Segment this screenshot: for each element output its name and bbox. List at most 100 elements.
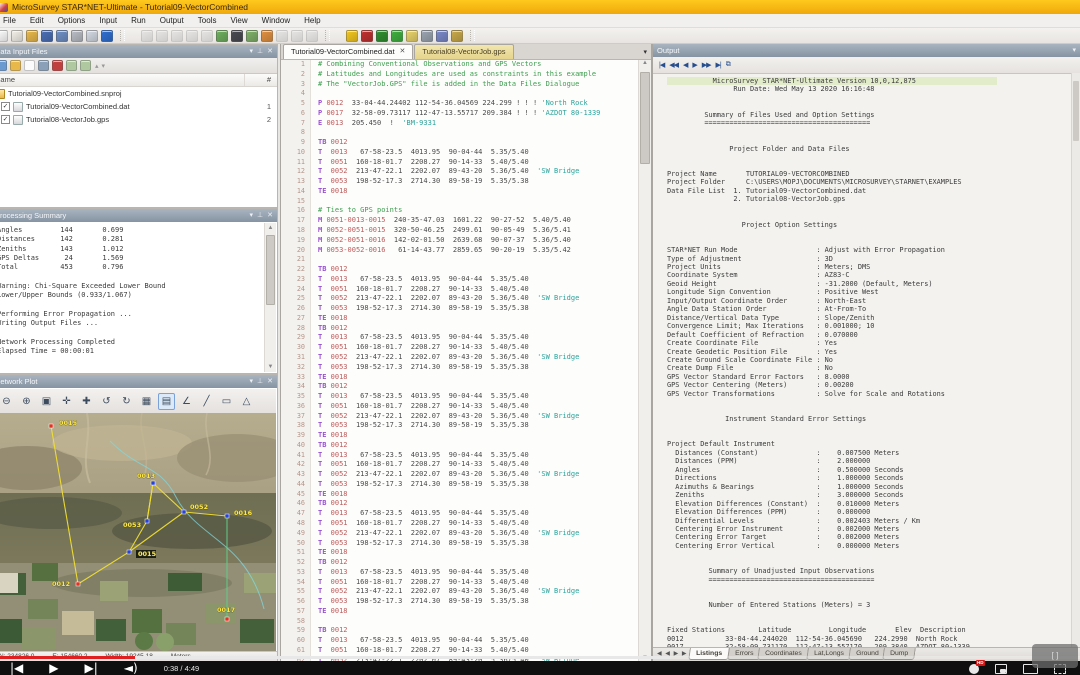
print-icon[interactable] bbox=[71, 30, 83, 42]
editor-line[interactable]: 42T 0051 160-18-01.7 2208.27 90-14-33 5.… bbox=[281, 460, 639, 470]
station-point[interactable] bbox=[151, 481, 155, 485]
editor-line[interactable]: 18M 0052-0051-0015 320-50-46.25 2499.61 … bbox=[281, 226, 639, 236]
editor-line[interactable]: 8 bbox=[281, 128, 639, 138]
run-adjustment-icon[interactable] bbox=[346, 30, 358, 42]
editor-line[interactable]: 46TB 0012 bbox=[281, 499, 639, 509]
dropdown-icon[interactable]: ▾ bbox=[1072, 44, 1076, 57]
open-file-icon[interactable] bbox=[10, 60, 21, 71]
editor-line[interactable]: 16# Ties to GPS points bbox=[281, 206, 639, 216]
previous-button[interactable]: |◀ bbox=[10, 661, 23, 675]
scroll-up-icon[interactable]: ▲ bbox=[639, 60, 651, 66]
editor-line[interactable]: 33TE 0018 bbox=[281, 373, 639, 383]
editor-line[interactable]: 25T 0052 213-47-22.1 2202.07 89-43-20 5.… bbox=[281, 294, 639, 304]
editor-line[interactable]: 41T 0013 67-58-23.5 4013.95 90-04-44 5.3… bbox=[281, 451, 639, 461]
plot-icon[interactable] bbox=[421, 30, 433, 42]
editor-line[interactable]: 12T 0052 213-47-22.1 2202.07 89-43-20 5.… bbox=[281, 167, 639, 177]
project-file-row[interactable]: Tutorial09-VectorCombined.snproj bbox=[0, 87, 277, 100]
miniplayer-icon[interactable] bbox=[995, 664, 1007, 674]
station-point[interactable] bbox=[127, 550, 131, 554]
editor-line[interactable]: 44T 0053 198-52-17.3 2714.30 89-58-19 5.… bbox=[281, 480, 639, 490]
editor-line[interactable]: 23T 0013 67-58-23.5 4013.95 90-04-44 5.3… bbox=[281, 275, 639, 285]
close-icon[interactable]: ✕ bbox=[267, 375, 273, 388]
zoom-extents-icon[interactable]: ✚ bbox=[78, 393, 95, 410]
check-data-icon[interactable] bbox=[391, 30, 403, 42]
send-icon[interactable] bbox=[261, 30, 273, 42]
editor-line[interactable]: 38T 0053 198-52-17.3 2714.30 89-58-19 5.… bbox=[281, 421, 639, 431]
open-icon[interactable] bbox=[26, 30, 38, 42]
move-in-icon[interactable] bbox=[80, 60, 91, 71]
listing-icon[interactable] bbox=[406, 30, 418, 42]
editor-line[interactable]: 53T 0013 67-58-23.5 4013.95 90-04-44 5.3… bbox=[281, 568, 639, 578]
move-down-icon[interactable]: ▾ bbox=[102, 62, 106, 70]
output-header[interactable]: Output ▾ bbox=[653, 44, 1080, 57]
first-page-icon[interactable]: |◀ bbox=[659, 61, 664, 69]
map-view[interactable]: 00150013005200160053001500120017 bbox=[0, 413, 276, 651]
menu-output[interactable]: Output bbox=[153, 14, 191, 27]
editor-line[interactable]: 36T 0051 160-18-01.7 2208.27 90-14-33 5.… bbox=[281, 402, 639, 412]
check-files-icon[interactable] bbox=[0, 60, 7, 71]
scrollbar-thumb[interactable] bbox=[1073, 81, 1079, 141]
editor-line[interactable]: 39TE 0018 bbox=[281, 431, 639, 441]
close-icon[interactable]: ✕ bbox=[267, 209, 273, 222]
editor-line[interactable]: 55T 0052 213-47-22.1 2202.07 89-43-20 5.… bbox=[281, 587, 639, 597]
prev-icon[interactable]: ◀ bbox=[683, 61, 687, 69]
editor-line[interactable]: 45TE 0018 bbox=[281, 490, 639, 500]
editor-line[interactable]: 47T 0013 67-58-23.5 4013.95 90-04-44 5.3… bbox=[281, 509, 639, 519]
instrument-icon[interactable] bbox=[376, 30, 388, 42]
menu-file[interactable]: File bbox=[0, 14, 23, 27]
editor-line[interactable]: 31T 0052 213-47-22.1 2202.07 89-43-20 5.… bbox=[281, 353, 639, 363]
station-point[interactable] bbox=[145, 519, 149, 523]
dropdown-icon[interactable]: ▾ bbox=[250, 209, 254, 222]
file-row[interactable]: ✓Tutorial09-VectorCombined.dat1 bbox=[0, 100, 277, 113]
station-point[interactable] bbox=[49, 424, 53, 428]
code-editor[interactable]: 1# Combining Conventional Observations a… bbox=[281, 60, 639, 661]
copy-page-icon[interactable]: ⧉ bbox=[726, 61, 730, 69]
export-icon[interactable] bbox=[246, 30, 258, 42]
editor-line[interactable]: 60T 0013 67-58-23.5 4013.95 90-04-44 5.3… bbox=[281, 636, 639, 646]
copy-icon[interactable] bbox=[186, 30, 198, 42]
editor-line[interactable]: 10T 0013 67-58-23.5 4013.95 90-04-44 5.3… bbox=[281, 148, 639, 158]
editor-tab[interactable]: Tutorial08-VectorJob.gps bbox=[414, 44, 513, 59]
editor-line[interactable]: 17M 0051-0013-0015 240-35-47.03 1601.22 … bbox=[281, 216, 639, 226]
rotate-left-icon[interactable]: ↺ bbox=[98, 393, 115, 410]
editor-tab[interactable]: Tutorial09-VectorCombined.dat✕ bbox=[283, 44, 413, 59]
next-button[interactable]: ▶| bbox=[85, 661, 98, 675]
station-point[interactable] bbox=[225, 514, 229, 518]
opt-a-icon[interactable] bbox=[276, 30, 288, 42]
video-progress-bar[interactable] bbox=[0, 656, 1080, 659]
editor-line[interactable]: 43T 0052 213-47-22.1 2202.07 89-43-20 5.… bbox=[281, 470, 639, 480]
line-tool-icon[interactable]: ╱ bbox=[198, 393, 215, 410]
editor-scrollbar[interactable]: ▲ ▼ bbox=[638, 60, 651, 661]
editor-line[interactable]: 24T 0051 160-18-01.7 2208.27 90-14-33 5.… bbox=[281, 285, 639, 295]
undo-icon[interactable] bbox=[141, 30, 153, 42]
editor-line[interactable]: 32T 0053 198-52-17.3 2714.30 89-58-19 5.… bbox=[281, 363, 639, 373]
errors-icon[interactable] bbox=[436, 30, 448, 42]
editor-line[interactable]: 30T 0051 160-18-01.7 2208.27 90-14-33 5.… bbox=[281, 343, 639, 353]
cut-icon[interactable] bbox=[171, 30, 183, 42]
redo-icon[interactable] bbox=[156, 30, 168, 42]
menu-edit[interactable]: Edit bbox=[23, 14, 51, 27]
editor-line[interactable]: 57TE 0018 bbox=[281, 607, 639, 617]
network-plot-header[interactable]: Network Plot ▾⊥✕ bbox=[0, 375, 277, 388]
settings-icon[interactable]: HD bbox=[969, 664, 979, 674]
opt-b-icon[interactable] bbox=[291, 30, 303, 42]
output-listing[interactable]: MicroSurvey STAR*NET-Ultimate Version 10… bbox=[653, 73, 1072, 648]
fast-next-icon[interactable]: ▶▶ bbox=[702, 61, 711, 69]
pin-icon[interactable]: ⊥ bbox=[257, 45, 263, 58]
editor-line[interactable]: 11T 0051 160-18-01.7 2208.27 90-14-33 5.… bbox=[281, 158, 639, 168]
column-name[interactable]: Name bbox=[0, 74, 245, 86]
save-icon[interactable] bbox=[41, 30, 53, 42]
editor-line[interactable]: 7E 0013 205.450 ! 'BM-9331 bbox=[281, 119, 639, 129]
editor-line[interactable]: 1# Combining Conventional Observations a… bbox=[281, 60, 639, 70]
editor-line[interactable]: 26T 0053 198-52-17.3 2714.30 89-58-19 5.… bbox=[281, 304, 639, 314]
menu-options[interactable]: Options bbox=[51, 14, 93, 27]
file-list-column-headers[interactable]: Name # bbox=[0, 74, 277, 87]
print-plot-icon[interactable]: ▭ bbox=[218, 393, 235, 410]
paste-icon[interactable] bbox=[201, 30, 213, 42]
editor-line[interactable]: 2# Latitudes and Longitudes are used as … bbox=[281, 70, 639, 80]
editor-line[interactable]: 56T 0053 198-52-17.3 2714.30 89-58-19 5.… bbox=[281, 597, 639, 607]
save-all-icon[interactable] bbox=[56, 30, 68, 42]
rotate-right-icon[interactable]: ↻ bbox=[118, 393, 135, 410]
editor-line[interactable]: 52TB 0012 bbox=[281, 558, 639, 568]
settings-list-icon[interactable] bbox=[451, 30, 463, 42]
